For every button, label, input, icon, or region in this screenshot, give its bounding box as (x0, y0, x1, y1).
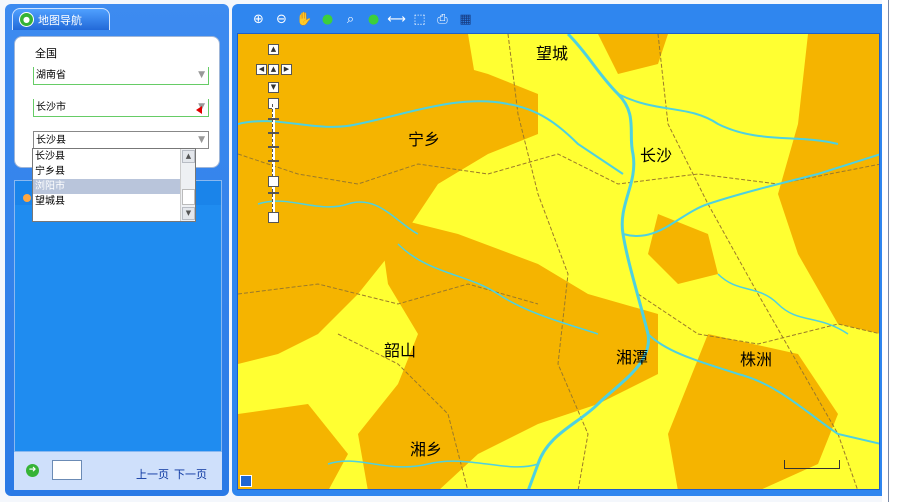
pan-icon[interactable]: ✋ (296, 12, 312, 27)
next-page-link[interactable]: 下一页 (174, 466, 207, 482)
window-divider (888, 0, 889, 502)
city-label-wangcheng: 望城 (536, 44, 569, 63)
city-select[interactable]: 长沙市 ▼ (33, 99, 209, 117)
dropdown-option[interactable]: 长沙县 (33, 149, 195, 164)
map-toolbar: ⊕ ⊖ ✋ ● ⌕ ● ⟷ ⬚ ⎙ ▦ (237, 8, 882, 30)
city-label-xiangxiang: 湘乡 (410, 440, 443, 459)
city-label-zhuzhou: 株洲 (740, 350, 773, 369)
scroll-up-icon[interactable]: ▲ (182, 150, 195, 163)
status-dot-icon (23, 194, 31, 202)
pan-center-icon[interactable]: ▲ (268, 64, 279, 75)
dropdown-scrollbar[interactable]: ▲ ▼ (180, 149, 195, 221)
full-extent-icon[interactable]: ● (320, 12, 335, 27)
zoom-level-tick[interactable] (268, 118, 279, 120)
map-canvas[interactable]: ▲ ◀ ▲ ▶ ▼ 望城 宁乡 长沙 韶山 湘潭 株洲 湘乡 (237, 33, 880, 490)
map-graphics (238, 34, 879, 489)
pan-down-icon[interactable]: ▼ (268, 82, 279, 93)
page-number-input[interactable] (52, 460, 82, 480)
scale-bar (784, 460, 840, 469)
prev-page-link[interactable]: 上一页 (136, 466, 169, 482)
city-label-changsha: 长沙 (640, 146, 673, 165)
province-select[interactable]: 湖南省 ▼ (33, 67, 209, 85)
zoom-level-tick[interactable] (268, 192, 279, 194)
select-icon[interactable]: ⬚ (412, 12, 427, 27)
scroll-down-icon[interactable]: ▼ (182, 207, 195, 220)
search-icon[interactable]: ⌕ (343, 12, 358, 27)
zoom-level-tick[interactable] (268, 132, 279, 134)
pan-left-icon[interactable]: ◀ (256, 64, 267, 75)
zoom-slider-track[interactable] (272, 104, 275, 212)
zoom-out-button[interactable] (268, 212, 279, 223)
city-label-ningxiang: 宁乡 (408, 130, 441, 149)
province-value: 湖南省 (36, 70, 66, 81)
chevron-down-icon: ▼ (198, 135, 205, 145)
tab-map-navigation[interactable]: ● 地图导航 (12, 8, 110, 30)
scroll-thumb[interactable] (182, 189, 195, 205)
region-label: 全国 (35, 47, 57, 60)
zoom-slider-thumb[interactable] (268, 176, 279, 187)
map-navigation-control: ▲ ◀ ▲ ▶ ▼ (248, 42, 298, 242)
window-edge (882, 0, 898, 502)
dropdown-option-selected[interactable]: 浏阳市 (33, 179, 195, 194)
zoom-level-tick[interactable] (268, 146, 279, 148)
pan-up-icon[interactable]: ▲ (268, 44, 279, 55)
city-label-xiangtan: 湘潭 (616, 348, 649, 367)
measure-icon[interactable]: ⟷ (387, 12, 406, 27)
zoom-in-icon[interactable]: ⊕ (251, 12, 266, 27)
pager: ➜ 上一页 下一页 (14, 452, 222, 490)
layers-icon[interactable]: ▦ (458, 12, 473, 27)
dropdown-option[interactable]: 望城县 (33, 194, 195, 209)
county-dropdown-list[interactable]: 长沙县 宁乡县 浏阳市 望城县 ▲ ▼ (32, 148, 196, 222)
navigation-icon: ● (19, 12, 34, 27)
tab-label: 地图导航 (38, 13, 82, 27)
overview-map-toggle[interactable] (240, 475, 252, 487)
info-icon[interactable]: ● (366, 12, 381, 27)
city-value: 长沙市 (36, 102, 66, 113)
active-marker-icon (196, 106, 202, 114)
county-value: 长沙县 (36, 135, 66, 146)
upland-areas (238, 34, 879, 489)
pan-right-icon[interactable]: ▶ (281, 64, 292, 75)
zoom-level-tick[interactable] (268, 160, 279, 162)
chevron-down-icon: ▼ (198, 70, 205, 80)
print-icon[interactable]: ⎙ (435, 12, 450, 27)
go-arrow-icon[interactable]: ➜ (26, 464, 39, 477)
dropdown-option[interactable]: 宁乡县 (33, 164, 195, 179)
zoom-out-icon[interactable]: ⊖ (274, 12, 289, 27)
city-label-shaoshan: 韶山 (384, 341, 417, 360)
county-select[interactable]: 长沙县 ▼ (33, 131, 209, 149)
